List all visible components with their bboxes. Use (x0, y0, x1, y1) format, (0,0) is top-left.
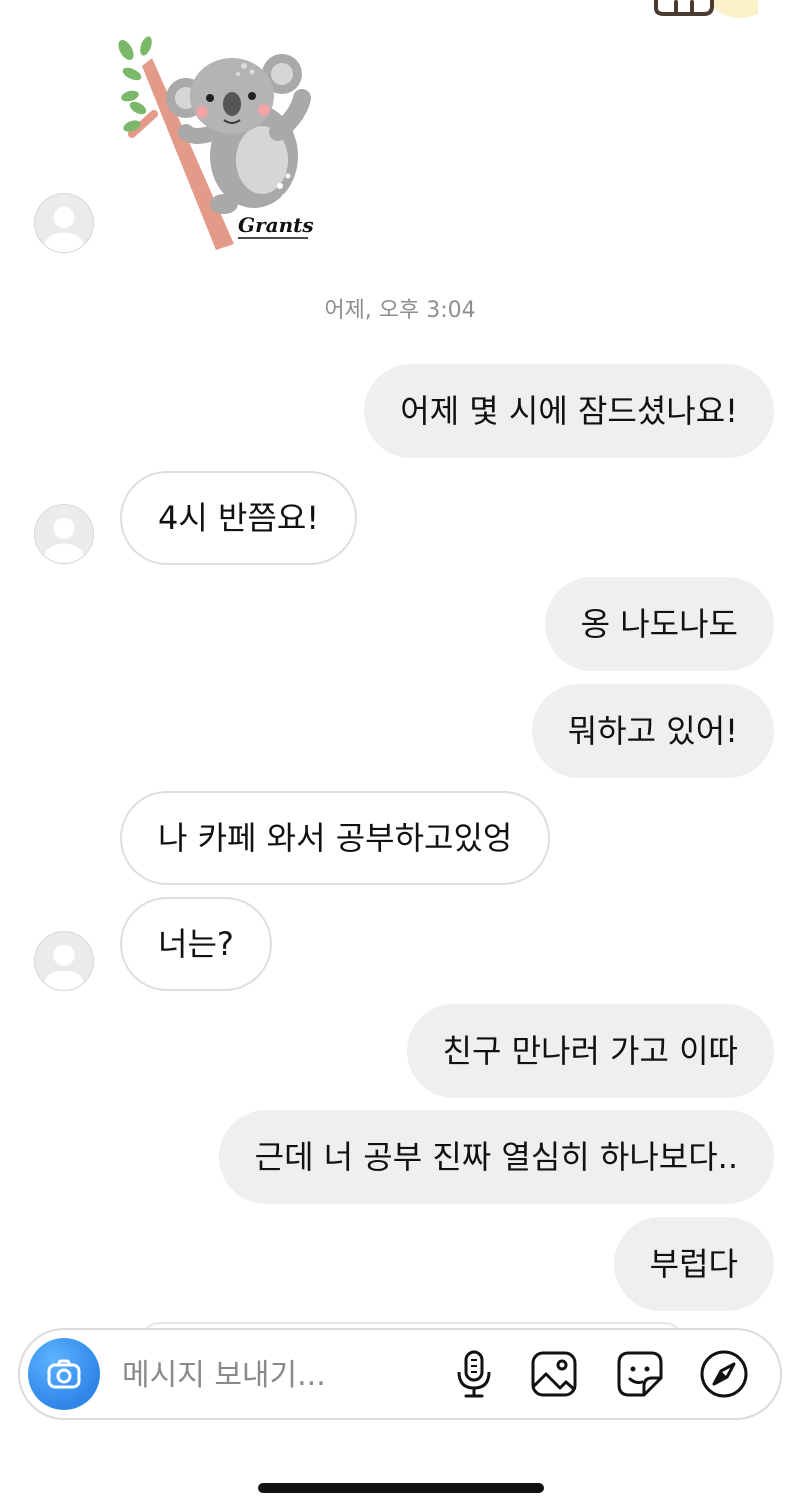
sticker-brand-text: Grants (238, 213, 314, 237)
gallery-icon (531, 1351, 577, 1397)
avatar[interactable] (34, 931, 94, 991)
home-indicator[interactable] (258, 1483, 544, 1493)
camera-icon (47, 1359, 81, 1389)
timestamp-divider: 어제, 오후 3:04 (324, 298, 476, 323)
message-incoming[interactable]: 너는? (120, 897, 272, 991)
koala-sticker: Grants (118, 36, 314, 250)
avatar[interactable] (34, 504, 94, 564)
message-incoming[interactable]: 4시 반쯤요! (120, 471, 358, 565)
message-outgoing[interactable]: 부럽다 (613, 1217, 774, 1311)
voice-message-button[interactable] (446, 1346, 502, 1402)
avatar[interactable] (34, 193, 94, 253)
gallery-button[interactable] (526, 1346, 582, 1402)
message-outgoing[interactable]: 뭐하고 있어! (531, 684, 774, 778)
sticker-button[interactable] (612, 1346, 668, 1402)
message-input[interactable] (120, 1346, 434, 1404)
microphone-icon (457, 1350, 491, 1398)
message-composer (18, 1328, 782, 1420)
camera-button[interactable] (28, 1338, 100, 1410)
message-outgoing[interactable]: 옹 나도나도 (544, 577, 774, 671)
explore-compass-icon (700, 1350, 748, 1398)
sticker-icon (617, 1351, 663, 1397)
partial-sticker-top (654, 0, 758, 18)
message-outgoing[interactable]: 어제 몇 시에 잠드셨나요! (364, 364, 774, 458)
explore-button[interactable] (696, 1346, 752, 1402)
message-incoming[interactable]: 나 카페 와서 공부하고있엉 (120, 791, 551, 885)
message-outgoing[interactable]: 근데 너 공부 진짜 열심히 하나보다.. (218, 1110, 774, 1204)
message-outgoing[interactable]: 친구 만나러 가고 이따 (406, 1004, 774, 1098)
